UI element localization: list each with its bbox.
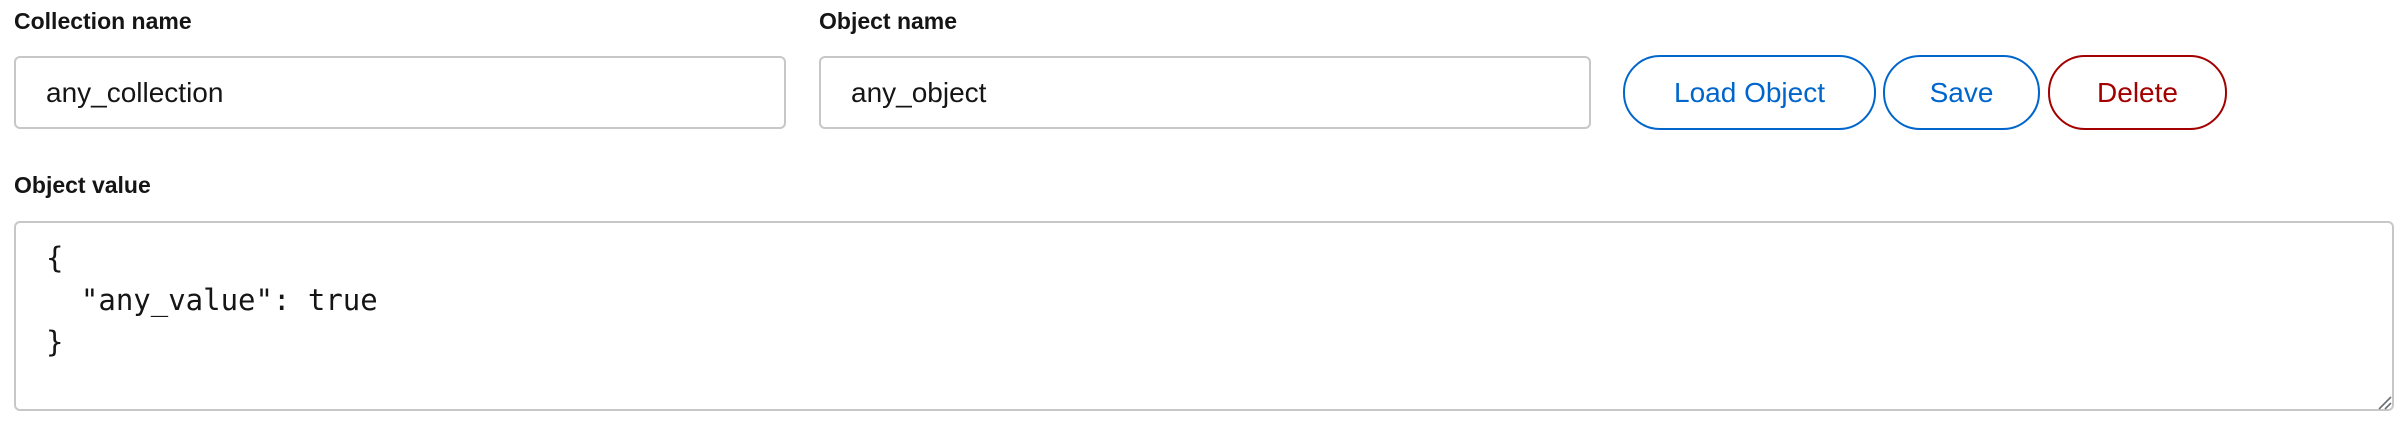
object-value-label: Object value <box>14 172 151 198</box>
delete-button[interactable]: Delete <box>2048 55 2227 130</box>
object-value-textarea[interactable]: { "any_value": true } <box>14 221 2394 411</box>
resize-handle-icon[interactable] <box>2376 394 2392 410</box>
collection-name-input[interactable] <box>14 56 786 129</box>
save-button[interactable]: Save <box>1883 55 2040 130</box>
object-name-label: Object name <box>819 8 958 34</box>
load-object-button[interactable]: Load Object <box>1623 55 1876 130</box>
object-name-input[interactable] <box>819 56 1591 129</box>
collection-name-label: Collection name <box>14 8 192 34</box>
